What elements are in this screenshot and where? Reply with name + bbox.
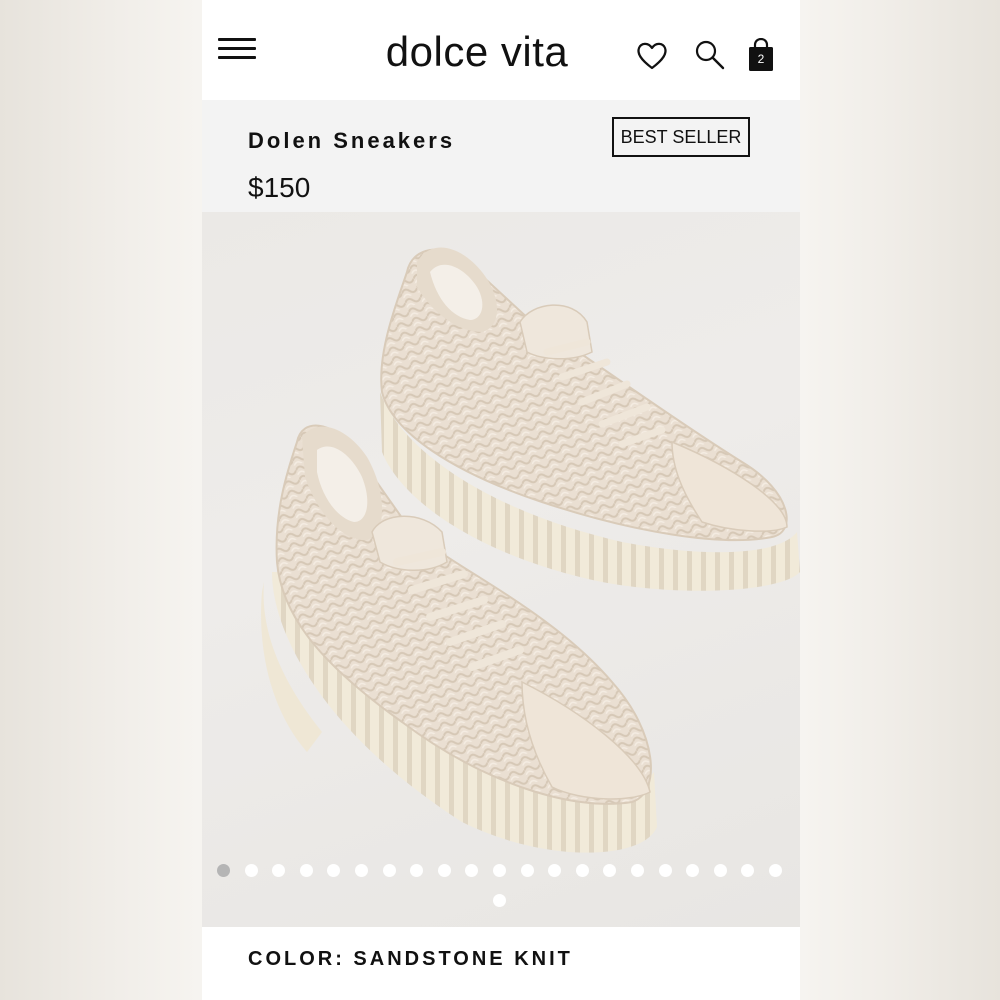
carousel-dot[interactable] [244, 864, 258, 877]
carousel-dot[interactable] [217, 864, 230, 877]
product-info: Dolen Sneakers BEST SELLER $150 [202, 100, 800, 212]
site-header: dolce vita 2 [202, 0, 800, 100]
carousel-dot[interactable] [520, 864, 534, 877]
carousel-dot[interactable] [299, 864, 313, 877]
bag-count-badge: 2 [757, 52, 765, 66]
carousel-dot[interactable] [493, 894, 506, 907]
product-image-carousel[interactable] [202, 212, 800, 927]
carousel-dot[interactable] [355, 864, 368, 877]
best-seller-badge: BEST SELLER [612, 117, 750, 157]
product-price: $150 [248, 172, 311, 203]
color-label: COLOR: SANDSTONE KNIT [248, 948, 573, 970]
search-icon[interactable] [692, 38, 728, 74]
product-page: dolce vita 2 Dolen Sneakers BEST SELLER … [202, 0, 800, 1000]
carousel-dot[interactable] [769, 864, 782, 877]
carousel-dot[interactable] [382, 864, 396, 877]
carousel-dot[interactable] [575, 864, 589, 877]
carousel-dot[interactable] [493, 864, 506, 877]
product-title: Dolen Sneakers [248, 128, 456, 153]
carousel-dot[interactable] [658, 864, 672, 877]
sneaker-product-image [261, 247, 800, 853]
shopping-bag-icon[interactable]: 2 [746, 37, 782, 74]
carousel-dot[interactable] [631, 864, 644, 877]
carousel-dot[interactable] [713, 864, 727, 877]
carousel-dot[interactable] [437, 864, 451, 877]
heart-icon[interactable] [634, 38, 670, 74]
